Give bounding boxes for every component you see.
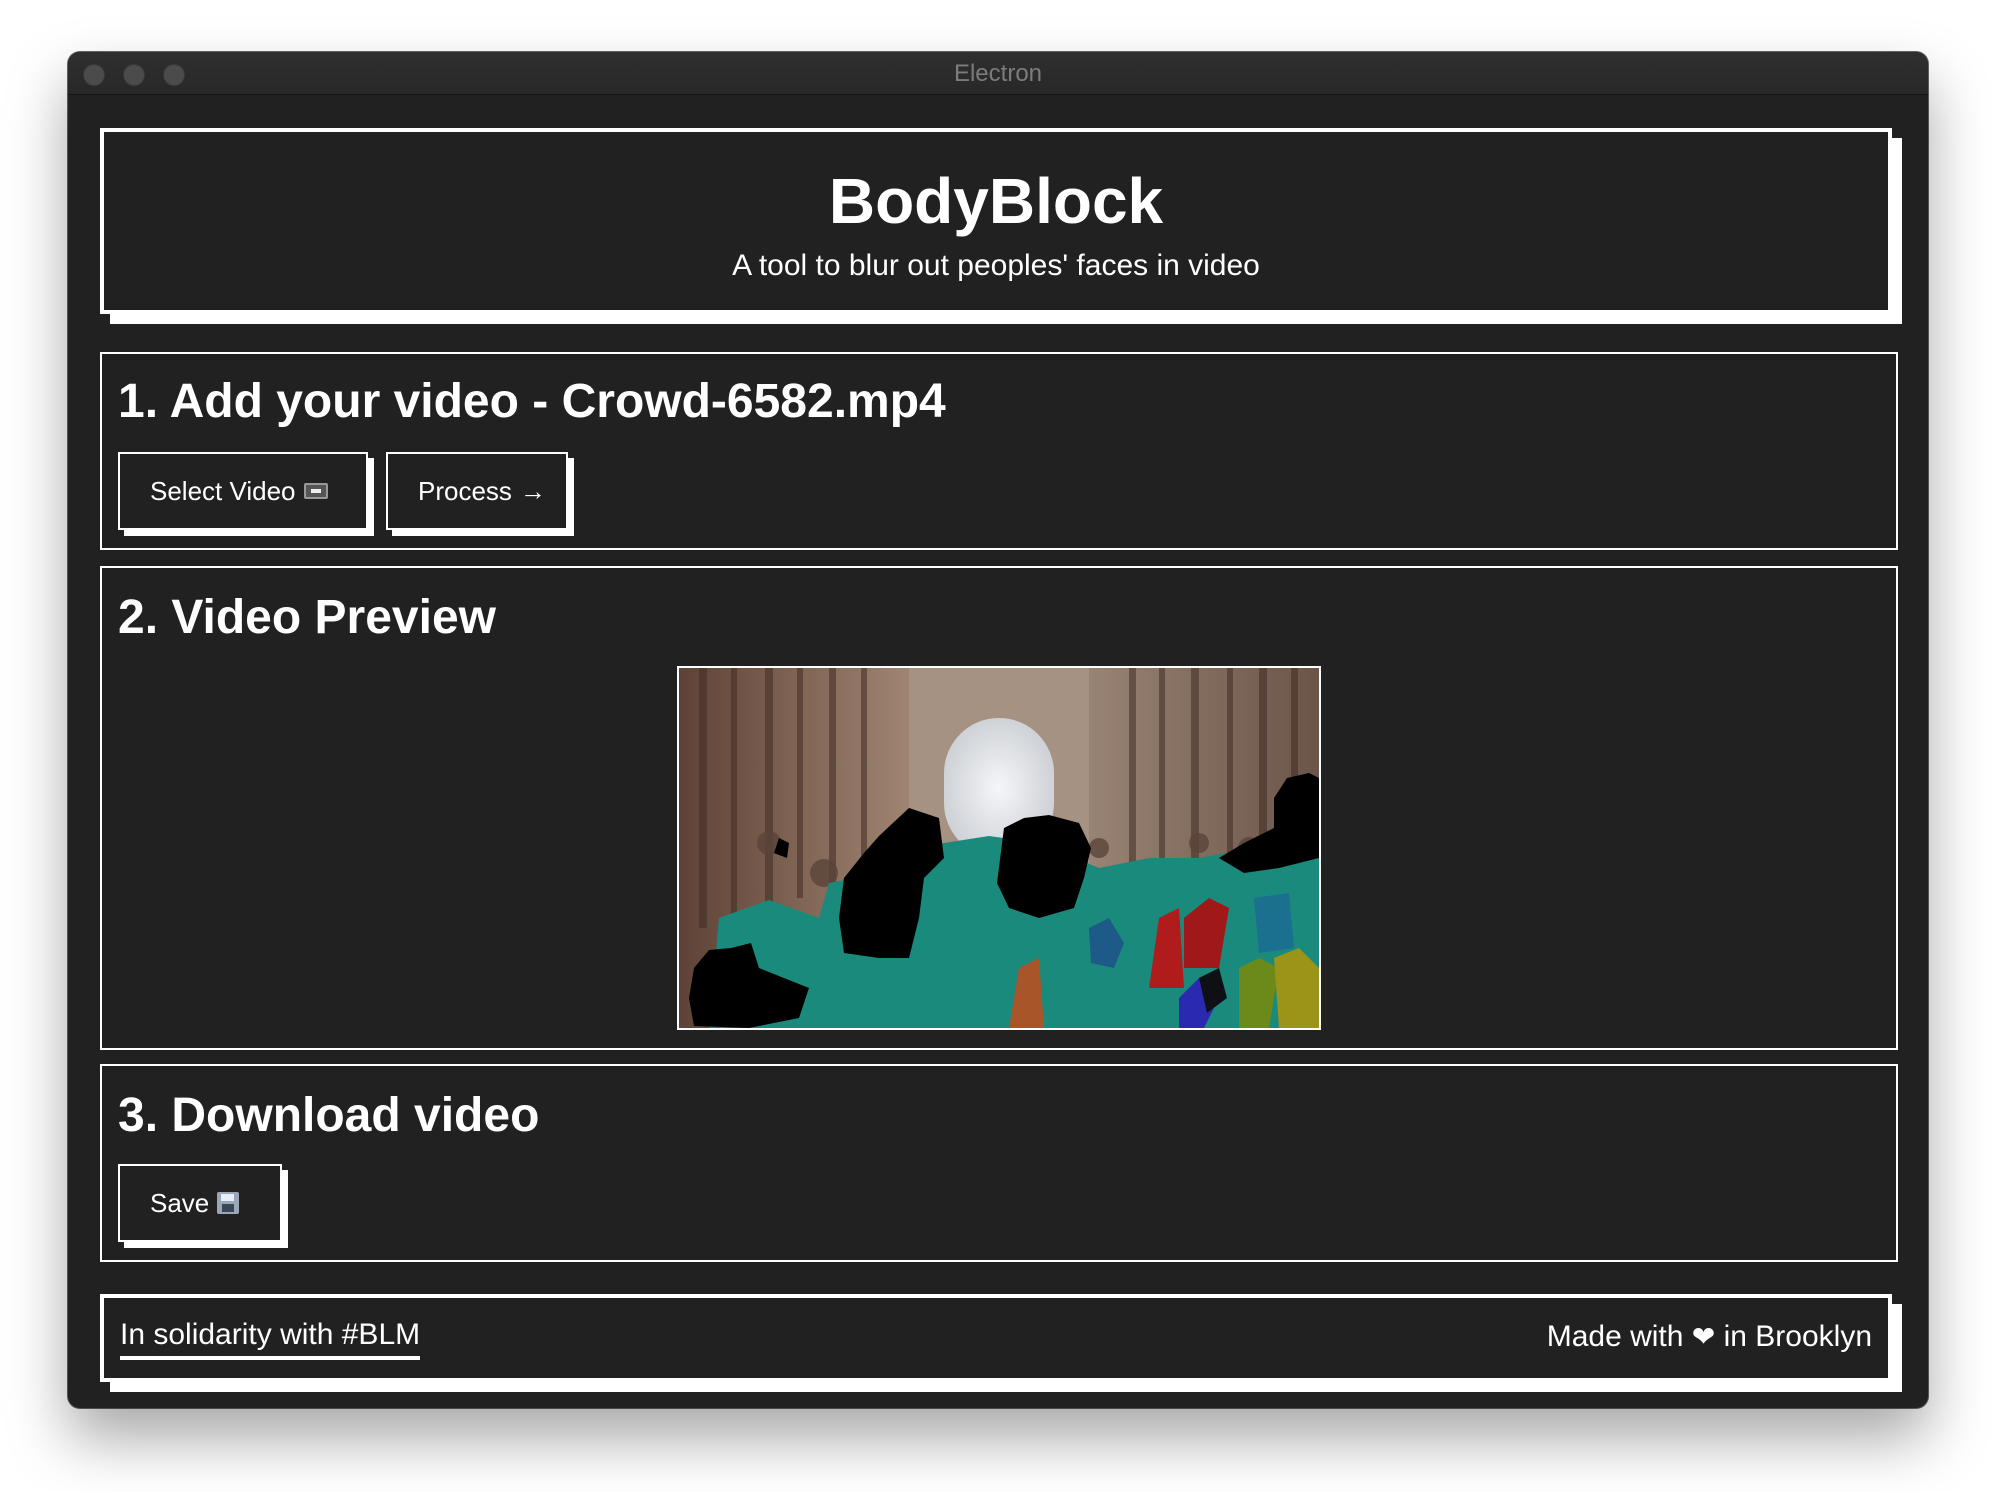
app-header: BodyBlock A tool to blur out peoples' fa… [100,128,1892,314]
window-title: Electron [953,60,1043,87]
credit-suffix: in Brooklyn [1723,1320,1872,1353]
video-preview-heading: 2. Video Preview [118,591,496,644]
footer: In solidarity with #BLM Made with ❤ in B… [100,1294,1892,1382]
process-button[interactable]: Process → [386,452,568,530]
video-frame-image [679,668,1319,1028]
floppy-disk-icon [217,1192,240,1214]
app-window: Electron BodyBlock A tool to blur out pe… [68,52,1928,1408]
app-subtitle: A tool to blur out peoples' faces in vid… [732,249,1260,282]
save-button[interactable]: Save [118,1164,282,1242]
save-label: Save [150,1187,210,1218]
download-section: 3. Download video Save [100,1064,1898,1262]
credit-prefix: Made with [1546,1320,1684,1353]
download-heading: 3. Download video [118,1089,540,1142]
heart-icon: ❤ [1691,1321,1716,1352]
cassette-icon [303,483,328,499]
video-preview-section: 2. Video Preview [100,566,1898,1050]
title-bar[interactable]: Electron [68,52,1928,95]
blm-link[interactable]: In solidarity with #BLM [120,1318,421,1360]
app-title: BodyBlock [828,165,1164,237]
process-label: Process [418,475,512,506]
footer-credit: Made with ❤ in Brooklyn [1547,1320,1872,1354]
select-video-label: Select Video [150,475,296,506]
select-video-button[interactable]: Select Video [118,452,368,530]
arrow-right-icon: → [519,475,546,506]
add-video-section: 1. Add your video - Crowd-6582.mp4 Selec… [100,352,1898,550]
add-video-heading: 1. Add your video - Crowd-6582.mp4 [118,375,946,428]
video-preview-player[interactable] [677,666,1321,1030]
